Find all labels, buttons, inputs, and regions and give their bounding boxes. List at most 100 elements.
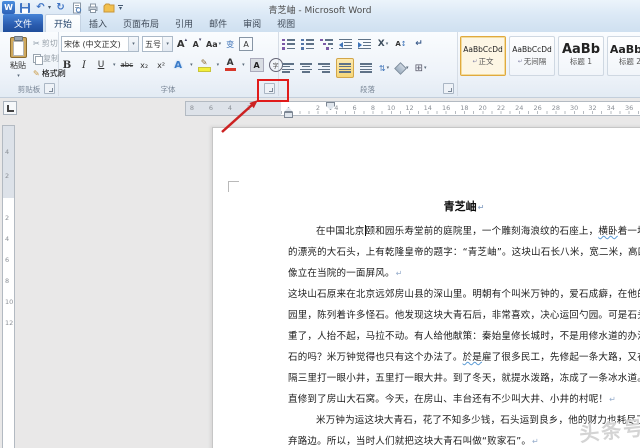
clipboard-dialog-launcher[interactable] [44,83,55,94]
text-line[interactable]: 园里，陈列着许多怪石。他发现这块大青石后，非常喜欢，决心运回勺园。可是石头太大 [288,307,640,321]
styles-gallery: AaBbCcDd ↵ 正文 AaBbCcDd ↵ 无间隔 AaBb 标题 1 AaB… [460,36,640,76]
text-line[interactable]: 的漂亮的大石头，上有乾隆皇帝的题字：“青芝岫”。这块山石长八米，宽二米，高四米， [288,244,640,258]
asian-layout-button[interactable]: X ▾ [377,37,389,51]
font-name-combobox[interactable]: 宋体 (中文正文) ▾ [61,36,139,52]
paste-button[interactable]: 粘贴 ▾ [4,35,32,83]
tab-references[interactable]: 引用 [167,14,201,32]
font-color-button[interactable]: A [224,58,236,72]
ruler-number: 2 [246,104,252,112]
style-card-heading1[interactable]: AaBb 标题 1 [558,36,604,76]
sort-button[interactable]: A ↕ [395,37,407,51]
spellcheck-flag: 横卧 [598,226,618,237]
align-left-button[interactable] [282,61,294,75]
borders-icon: ⊞ [414,62,423,74]
copy-button[interactable]: 复制 [33,52,59,65]
text-line[interactable]: 这块山石原来在北京远郊房山县的深山里。明朝有个叫米万钟的，爱石成癖，在他的海淀 [288,286,640,300]
tab-insert[interactable]: 插入 [81,14,115,32]
highlight-caret[interactable]: ▾ [217,62,220,68]
bullets-button[interactable] [282,37,295,51]
character-shading-button[interactable]: A [249,58,264,72]
font-size-combobox[interactable]: 五号 ▾ [142,36,173,52]
numbering-button[interactable] [301,37,314,51]
tab-home[interactable]: 开始 [45,14,82,32]
text-effects-caret[interactable]: ▾ [190,62,193,68]
bold-button[interactable]: B [61,58,73,72]
show-hide-marks-button[interactable]: ↵ [413,37,425,51]
font-row-1: 宋体 (中文正文) ▾ 五号 ▾ A ▴ A ▾ Aa ▾ 变 A [61,36,254,52]
change-case-button[interactable]: Aa ▾ [206,37,221,51]
document-page[interactable]: 青芝岫↵ 在中国北京颐和园乐寿堂前的庭院里，一个雕刻海浪纹的石座上，横卧着一块海… [212,127,640,448]
text-line[interactable]: 弃路边。所以，当时人们就把这块大青石叫做“败家石”。↵ [288,433,539,447]
font-size-dropdown[interactable]: ▾ [162,37,172,51]
shrink-font-button[interactable]: A ▾ [191,37,203,51]
multilevel-list-button[interactable] [320,37,333,51]
strikethrough-button[interactable]: abc [121,58,134,72]
style-card-no-spacing[interactable]: AaBbCcDd ↵ 无间隔 [509,36,555,76]
clipboard-page-icon [12,41,24,56]
character-border-button[interactable]: A [239,37,254,51]
font-name-dropdown[interactable]: ▾ [128,37,138,51]
ruler-number: 4 [5,235,10,243]
font-dialog-launcher[interactable] [264,83,275,94]
font-group: 宋体 (中文正文) ▾ 五号 ▾ A ▴ A ▾ Aa ▾ 变 A B I U ▾ a… [58,32,283,96]
tab-stop-selector[interactable] [3,101,17,115]
text-line[interactable]: 直修到了房山大石窝。今天，在房山、丰台还有不少叫大井、小井的村呢！↵ [288,391,616,405]
ruler-number: 6 [5,256,10,264]
subscript-button[interactable]: x₂ [138,58,150,72]
text-line[interactable]: 重了，人抬不起，马拉不动。有人给他献策：秦始皇修长城时，不是用修水道的办法搬运 [288,328,640,342]
borders-caret: ▾ [423,65,427,71]
font-color-icon: A [224,59,236,71]
tab-review[interactable]: 审阅 [235,14,269,32]
font-size-value: 五号 [145,39,161,49]
ruler-number: 10 [5,298,14,306]
character-border-icon: A [239,37,254,51]
text-effects-button[interactable]: A [172,58,184,72]
tab-mailings[interactable]: 邮件 [201,14,235,32]
text-line[interactable]: 在中国北京颐和园乐寿堂前的庭院里，一个雕刻海浪纹的石座上，横卧着一块海青 [288,223,640,237]
align-right-button[interactable] [318,61,330,75]
highlight-color-button[interactable]: ✎ [197,57,211,72]
left-indent-marker[interactable] [284,112,293,118]
vertical-ruler: 4 2 2 4 6 8 10 12 [2,125,15,448]
tab-file[interactable]: 文件 [3,14,43,32]
line-spacing-button[interactable]: ⇅ ▾ [378,61,390,75]
style-card-normal[interactable]: AaBbCcDd ↵ 正文 [460,36,506,76]
style-label: 标题 2 [618,57,640,66]
highlight-icon: ✎ [197,57,211,72]
paragraph-dialog-launcher[interactable] [443,83,454,94]
ruler-number: 2 [315,104,321,112]
ruler-number: 8 [189,104,195,112]
justify-icon [339,63,351,73]
change-case-icon: Aa [206,39,218,49]
document-title-line[interactable]: 青芝岫↵ [288,198,640,214]
text-line[interactable]: 隔三里打一眼小井，五里打一眼大井。到了冬天，就提水泼路，冻成了一条冰水道。大道 [288,370,640,384]
distribute-button[interactable] [360,61,372,75]
superscript-button[interactable]: x² [155,58,167,72]
align-center-button[interactable] [300,61,312,75]
underline-button[interactable]: U [95,58,107,72]
decrease-indent-button[interactable] [339,37,352,51]
ruler-number: 12 [5,319,14,327]
tab-page-layout[interactable]: 页面布局 [115,14,167,32]
borders-button[interactable]: ⊞ ▾ [415,61,427,75]
underline-caret[interactable]: ▾ [113,62,116,68]
shading-button[interactable]: ▾ [394,61,409,75]
italic-button[interactable]: I [78,58,90,72]
grow-caret: ▴ [184,37,188,43]
ruler-number: 36 [624,104,634,112]
increase-indent-button[interactable] [358,37,371,51]
grow-font-button[interactable]: A ▴ [176,37,188,51]
style-card-heading2[interactable]: AaBbC 标题 2 [607,36,640,76]
justify-button[interactable] [336,58,354,78]
paste-dropdown-caret[interactable]: ▾ [17,73,20,79]
font-color-caret[interactable]: ▾ [242,62,245,68]
ruler-number: 14 [423,104,432,112]
text-line[interactable]: 像立在当院的一面屏风。↵ [288,265,403,279]
phonetic-guide-button[interactable]: 变 [224,37,236,51]
tab-view[interactable]: 视图 [269,14,303,32]
ruler-number: 8 [370,104,375,112]
ruler-number: 10 [387,104,396,112]
highlight-pen-icon: ✎ [200,57,208,67]
text-line[interactable]: 石的吗？米万钟觉得也只有这个办法了。於是雇了很多民工，先修起一条大路，又在路旁 [288,349,640,363]
cut-button[interactable]: ✂ 剪切 [33,37,58,50]
